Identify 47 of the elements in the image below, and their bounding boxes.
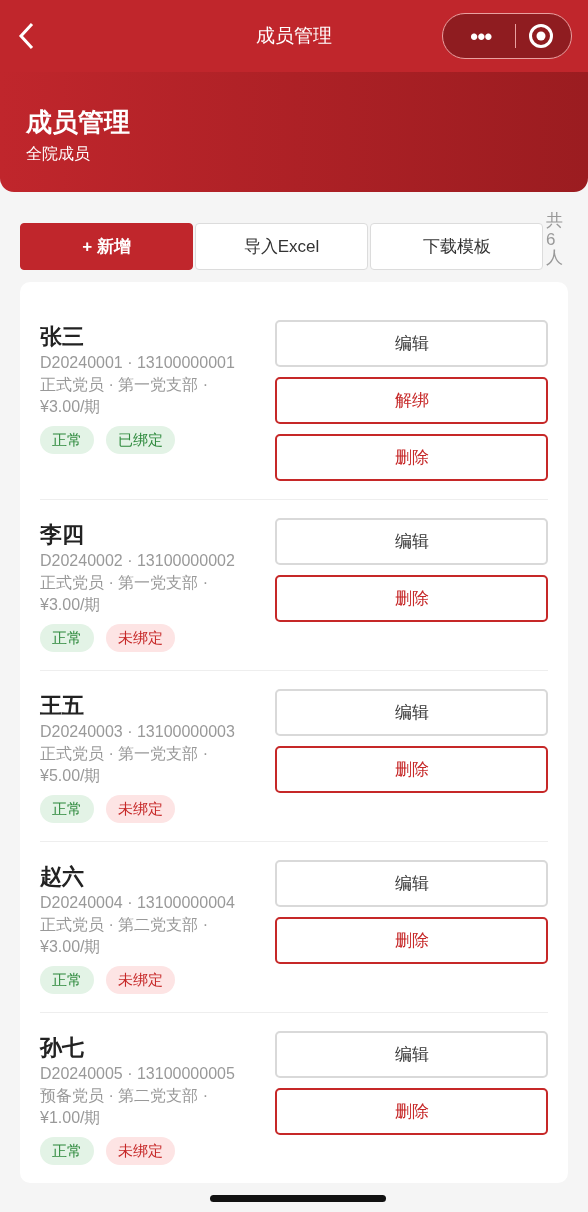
member-info: 预备党员 · 第二党支部 · ¥1.00/期 — [40, 1086, 209, 1128]
member-count: 共6人 — [546, 212, 563, 269]
action-button[interactable]: 删除 — [275, 575, 548, 622]
member-name: 张三 — [40, 323, 85, 351]
member-info: 正式党员 · 第一党支部 · ¥3.00/期 — [40, 375, 209, 417]
member-ids: D20240005 · 13100000005 — [40, 1064, 236, 1084]
member-name: 李四 — [40, 521, 85, 549]
member-name: 孙七 — [40, 1034, 85, 1062]
member-ids: D20240004 · 13100000004 — [40, 893, 236, 913]
action-button[interactable]: 编辑 — [275, 689, 548, 736]
status-tag: 正常 — [40, 426, 94, 454]
status-tag: 未绑定 — [106, 795, 175, 823]
action-button[interactable]: 删除 — [275, 1088, 548, 1135]
member-ids: D20240001 · 13100000001 — [40, 353, 236, 373]
action-button[interactable]: 编辑 — [275, 518, 548, 565]
status-tag: 未绑定 — [106, 966, 175, 994]
capsule-menu[interactable]: ••• — [442, 13, 572, 59]
action-button[interactable]: 解绑 — [275, 377, 548, 424]
action-button[interactable]: 编辑 — [275, 860, 548, 907]
action-button[interactable]: 删除 — [275, 917, 548, 964]
back-icon[interactable] — [16, 21, 36, 51]
toolbar-button[interactable]: + 新增 — [20, 223, 193, 270]
nav-title: 成员管理 — [256, 23, 332, 48]
action-button[interactable]: 编辑 — [275, 320, 548, 367]
status-tag: 未绑定 — [106, 1137, 175, 1165]
member-info: 正式党员 · 第二党支部 · ¥3.00/期 — [40, 915, 209, 957]
status-tag: 正常 — [40, 1137, 94, 1165]
status-tag: 正常 — [40, 795, 94, 823]
status-tag: 正常 — [40, 624, 94, 652]
member-name: 赵六 — [40, 863, 85, 891]
status-tag: 已绑定 — [106, 426, 175, 454]
status-tag: 正常 — [40, 966, 94, 994]
toolbar-button[interactable]: 下载模板 — [370, 223, 543, 270]
member-info: 正式党员 · 第一党支部 · ¥5.00/期 — [40, 744, 209, 786]
header-title: 成员管理 — [26, 106, 131, 138]
action-button[interactable]: 编辑 — [275, 1031, 548, 1078]
member-name: 王五 — [40, 692, 85, 720]
status-tag: 未绑定 — [106, 624, 175, 652]
toolbar-button[interactable]: 导入Excel — [195, 223, 368, 270]
member-ids: D20240002 · 13100000002 — [40, 551, 236, 571]
more-icon[interactable]: ••• — [459, 19, 503, 53]
member-info: 正式党员 · 第一党支部 · ¥3.00/期 — [40, 573, 209, 615]
action-button[interactable]: 删除 — [275, 434, 548, 481]
header-subtitle: 全院成员 — [26, 144, 91, 164]
target-icon[interactable] — [528, 23, 554, 49]
action-button[interactable]: 删除 — [275, 746, 548, 793]
member-ids: D20240003 · 13100000003 — [40, 722, 236, 742]
